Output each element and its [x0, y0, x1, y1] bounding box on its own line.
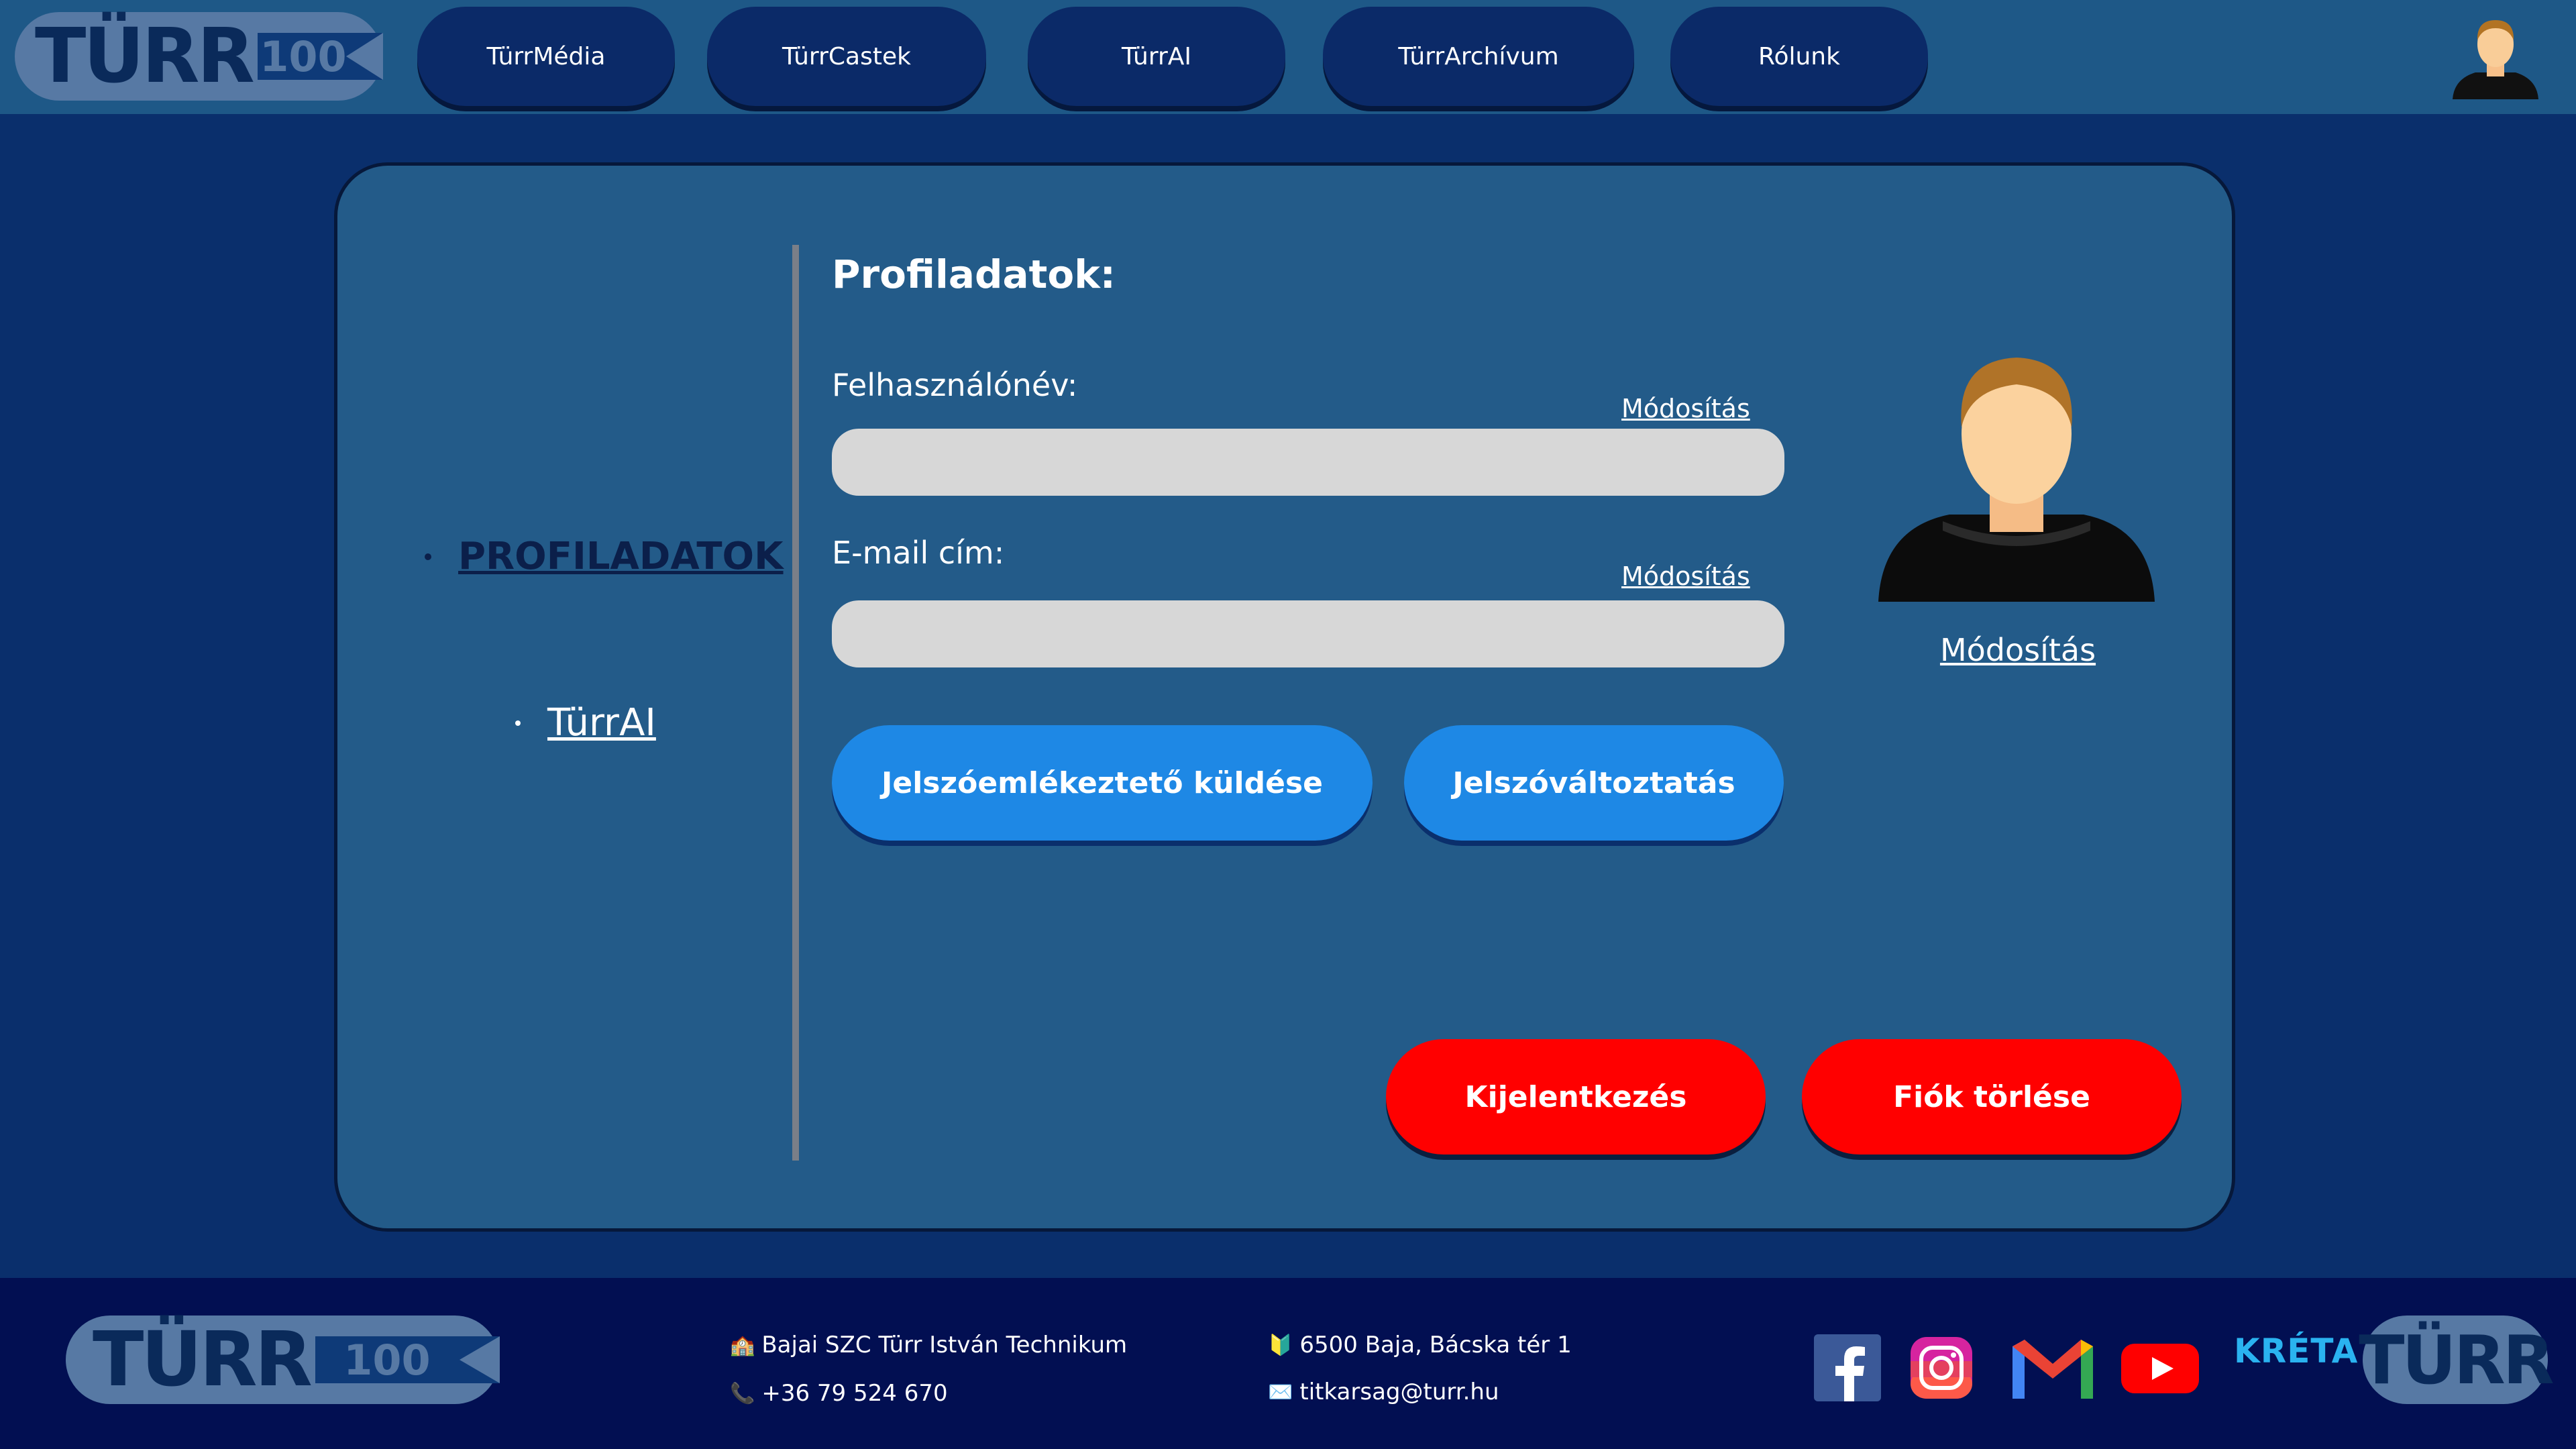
logo-badge: 100: [315, 1336, 500, 1385]
email-address[interactable]: titkarsag@turr.hu: [1299, 1379, 1499, 1405]
youtube-icon[interactable]: [2120, 1334, 2200, 1401]
username-input[interactable]: [832, 429, 1784, 496]
sidebar-item-turrai[interactable]: TürrAI: [515, 701, 656, 745]
kreta-logo[interactable]: KRÉTA: [2234, 1332, 2357, 1405]
nav-turrarchivum[interactable]: TürrArchívum: [1323, 7, 1634, 106]
avatar-modify-link[interactable]: Módosítás: [1870, 632, 2165, 668]
section-title: Profiladatok:: [832, 252, 1116, 297]
nav-turrmedia[interactable]: TürrMédia: [417, 7, 675, 106]
nav-rolunk[interactable]: Rólunk: [1670, 7, 1928, 106]
email-modify-link[interactable]: Módosítás: [1621, 561, 1750, 591]
logo-wordmark: TÜRR: [35, 13, 255, 100]
nav-turrcastek[interactable]: TürrCastek: [707, 7, 986, 106]
school-icon: 🏫: [730, 1333, 755, 1357]
logo-badge: 100: [257, 32, 384, 81]
email-label: E-mail cím:: [832, 535, 1005, 571]
instagram-icon[interactable]: [1908, 1334, 1975, 1401]
footer-school: 🏫 Bajai SZC Türr István Technikum: [730, 1332, 1127, 1358]
logout-button[interactable]: Kijelentkezés: [1386, 1039, 1766, 1155]
gmail-icon[interactable]: [2010, 1334, 2096, 1401]
phone-icon: 📞: [730, 1381, 755, 1405]
facebook-icon[interactable]: [1814, 1334, 1881, 1401]
site-header: TÜRR 100 TürrMédia TürrCastek TürrAI Tür…: [0, 0, 2576, 114]
vertical-divider: [792, 245, 799, 1161]
footer-logo[interactable]: TÜRR 100: [66, 1316, 500, 1404]
footer-address: 🔰 6500 Baja, Bácska tér 1: [1268, 1332, 1572, 1358]
logo-wordmark: TÜRR: [93, 1316, 313, 1403]
sidebar-item-label: TürrAI: [547, 701, 656, 745]
sidebar-item-profiladatok[interactable]: PROFILADATOK: [425, 535, 784, 578]
phone-number: +36 79 524 670: [761, 1380, 948, 1407]
email-input[interactable]: [832, 600, 1784, 667]
change-password-button[interactable]: Jelszóváltoztatás: [1404, 725, 1784, 841]
profile-avatar-icon: [1878, 358, 2155, 602]
address-icon: 🔰: [1268, 1333, 1293, 1357]
sidebar-item-label: PROFILADATOK: [458, 535, 784, 578]
site-footer: TÜRR 100 🏫 Bajai SZC Türr István Technik…: [0, 1278, 2576, 1449]
footer-logo-secondary[interactable]: TÜRR: [2359, 1316, 2555, 1404]
bullet: [515, 720, 521, 726]
username-modify-link[interactable]: Módosítás: [1621, 394, 1750, 423]
school-name: Bajai SZC Türr István Technikum: [761, 1332, 1128, 1358]
profile-card: PROFILADATOK TürrAI Profiladatok: Felhas…: [334, 162, 2235, 1232]
user-avatar-icon[interactable]: [2449, 12, 2542, 101]
username-label: Felhasználónév:: [832, 367, 1078, 403]
footer-phone: 📞 +36 79 524 670: [730, 1380, 948, 1407]
email-icon: ✉️: [1268, 1380, 1293, 1404]
bullet: [425, 553, 431, 560]
footer-email: ✉️ titkarsag@turr.hu: [1268, 1379, 1499, 1405]
nav-turrai[interactable]: TürrAI: [1028, 7, 1285, 106]
address-text: 6500 Baja, Bácska tér 1: [1299, 1332, 1572, 1358]
site-logo[interactable]: TÜRR 100: [15, 12, 384, 101]
send-password-reminder-button[interactable]: Jelszóemlékeztető küldése: [832, 725, 1373, 841]
delete-account-button[interactable]: Fiók törlése: [1802, 1039, 2182, 1155]
